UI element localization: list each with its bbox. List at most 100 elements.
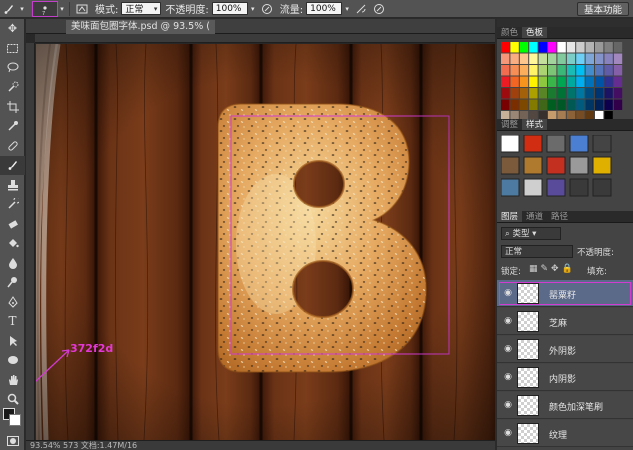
style-preset[interactable] (523, 135, 543, 153)
move-tool-icon[interactable]: ✥ (0, 19, 25, 39)
brush-tool-icon[interactable] (0, 155, 25, 175)
swatch[interactable] (519, 65, 529, 76)
swatch[interactable] (529, 42, 538, 53)
ellipse-tool-icon[interactable] (0, 351, 25, 371)
swatch[interactable] (538, 88, 547, 99)
layer-row[interactable]: ◉ 颜色加深笔刷 (497, 392, 633, 419)
swatch[interactable] (529, 76, 538, 88)
swatch[interactable] (510, 76, 519, 88)
eraser-tool-icon[interactable] (0, 214, 25, 234)
swatch[interactable] (613, 88, 623, 99)
swatch[interactable] (557, 99, 566, 111)
swatch[interactable] (576, 76, 585, 88)
eyedropper-tool-icon[interactable] (0, 117, 25, 137)
swatch[interactable] (529, 53, 538, 65)
swatch[interactable] (538, 99, 547, 111)
pressure-size-icon[interactable] (370, 0, 388, 18)
layer-row[interactable]: ◉ 纹理 (497, 420, 633, 447)
swatch[interactable] (501, 76, 510, 88)
swatch[interactable] (576, 42, 585, 53)
eye-icon[interactable]: ◉ (501, 372, 515, 382)
swatch[interactable] (557, 76, 566, 88)
hand-tool-icon[interactable] (0, 370, 25, 390)
type-tool-icon[interactable]: T (0, 312, 25, 332)
swatch[interactable] (510, 65, 519, 76)
swatch[interactable] (566, 65, 576, 76)
swatch[interactable] (585, 53, 594, 65)
flow-input[interactable]: 100% (306, 2, 343, 15)
style-preset[interactable] (569, 178, 589, 197)
swatch[interactable] (604, 65, 613, 76)
swatch[interactable] (510, 53, 519, 65)
style-preset[interactable] (569, 135, 589, 153)
mode-select[interactable]: 正常 ▾ (121, 2, 162, 15)
swatch[interactable] (604, 76, 613, 88)
swatch[interactable] (585, 99, 594, 111)
clone-stamp-tool-icon[interactable] (0, 175, 25, 195)
tab-channels[interactable]: 通道 (522, 211, 547, 222)
swatch[interactable] (585, 88, 594, 99)
brush-tool-icon[interactable] (0, 0, 18, 18)
chevron-down-icon[interactable]: ▾ (58, 0, 66, 18)
swatch[interactable] (613, 65, 623, 76)
swatch[interactable] (548, 65, 557, 76)
layer-row[interactable]: ◉ 内阴影 (497, 364, 633, 391)
brush-panel-toggle-icon[interactable] (73, 0, 91, 18)
chevron-down-icon[interactable]: ▾ (342, 0, 352, 18)
swatch[interactable] (613, 42, 623, 53)
eye-icon[interactable]: ◉ (501, 400, 515, 410)
swatch[interactable] (501, 88, 510, 99)
blend-mode-select[interactable]: 正常 (501, 245, 573, 258)
swatch[interactable] (538, 76, 547, 88)
swatch[interactable] (604, 42, 613, 53)
style-preset[interactable] (592, 156, 612, 175)
swatch[interactable] (576, 53, 585, 65)
tab-styles[interactable]: 样式 (522, 119, 548, 130)
swatch-grid[interactable] (501, 42, 625, 124)
chevron-down-icon[interactable]: ▾ (248, 0, 258, 18)
swatch[interactable] (613, 76, 623, 88)
swatch[interactable] (510, 42, 519, 53)
airbrush-icon[interactable] (352, 0, 370, 18)
swatch[interactable] (548, 76, 557, 88)
tab-color[interactable]: 颜色 (497, 27, 522, 38)
chevron-down-icon[interactable]: ▾ (18, 0, 26, 18)
style-preset[interactable] (501, 135, 520, 153)
eye-icon[interactable]: ◉ (501, 316, 515, 326)
swatch[interactable] (585, 65, 594, 76)
style-preset[interactable] (546, 178, 566, 197)
swatch[interactable] (566, 42, 576, 53)
swatch[interactable] (519, 99, 529, 111)
swatch[interactable] (595, 42, 604, 53)
swatch[interactable] (613, 53, 623, 65)
swatch[interactable] (566, 53, 576, 65)
layer-row[interactable]: ◉ 芝麻 (497, 308, 633, 335)
swatch[interactable] (557, 65, 566, 76)
swatch[interactable] (613, 99, 623, 111)
workspace-switcher[interactable]: 基本功能 (576, 2, 629, 16)
style-preset[interactable] (592, 178, 612, 197)
swatch[interactable] (595, 99, 604, 111)
blur-tool-icon[interactable] (0, 253, 25, 273)
swatch[interactable] (548, 99, 557, 111)
swatch[interactable] (557, 53, 566, 65)
swatch[interactable] (604, 53, 613, 65)
tab-swatches[interactable]: 色板 (522, 27, 548, 38)
swatch[interactable] (566, 76, 576, 88)
swatch[interactable] (519, 42, 529, 53)
healing-brush-tool-icon[interactable] (0, 136, 25, 156)
pen-tool-icon[interactable] (0, 292, 25, 312)
swatch[interactable] (538, 53, 547, 65)
pressure-opacity-icon[interactable] (258, 0, 276, 18)
swatch[interactable] (501, 53, 510, 65)
history-brush-tool-icon[interactable] (0, 195, 25, 215)
swatch[interactable] (566, 88, 576, 99)
style-preset[interactable] (501, 156, 520, 175)
style-preset[interactable] (523, 156, 543, 175)
swatch[interactable] (501, 99, 510, 111)
eye-icon[interactable]: ◉ (501, 288, 515, 298)
swatch[interactable] (510, 88, 519, 99)
swatch[interactable] (576, 99, 585, 111)
swatch[interactable] (538, 65, 547, 76)
swatch[interactable] (557, 88, 566, 99)
